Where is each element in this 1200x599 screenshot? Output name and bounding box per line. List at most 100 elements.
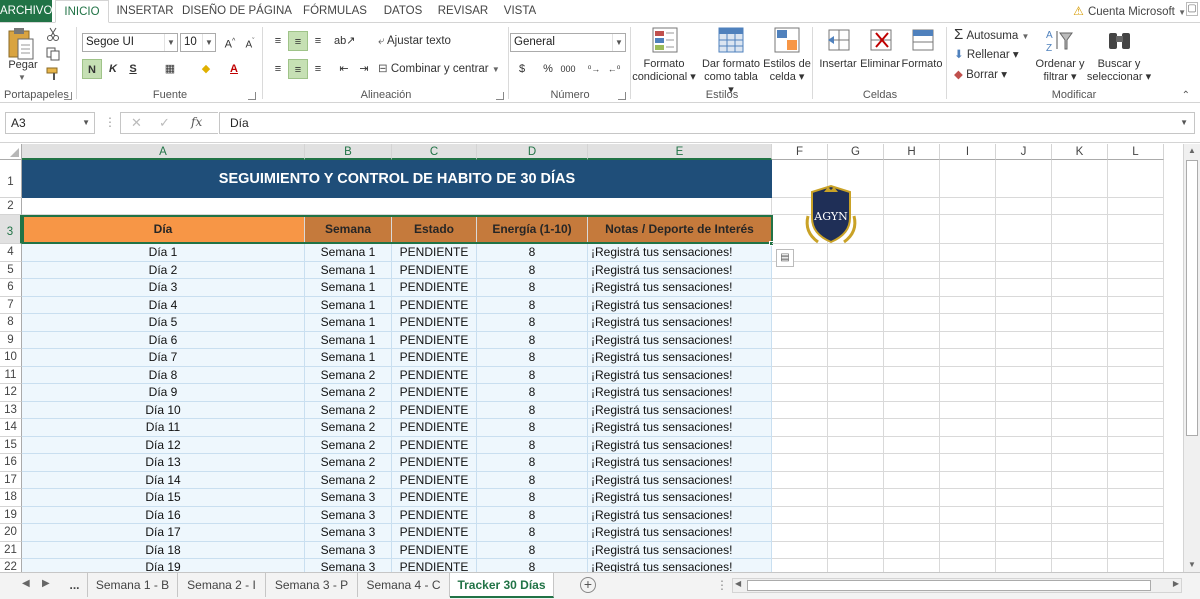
row-header[interactable]: 19: [0, 506, 22, 524]
dialog-launcher-icon[interactable]: [496, 92, 504, 100]
find-select-button[interactable]: Buscar y seleccionar ▾: [1086, 58, 1152, 84]
empty-cell[interactable]: [828, 296, 884, 314]
empty-cell[interactable]: [828, 489, 884, 507]
table-cell[interactable]: Semana 2: [305, 366, 392, 384]
table-cell[interactable]: PENDIENTE: [392, 436, 477, 454]
empty-cell[interactable]: [1108, 489, 1164, 507]
empty-cell[interactable]: [772, 384, 828, 402]
empty-cell[interactable]: [1052, 524, 1108, 542]
table-cell[interactable]: Día 17: [22, 524, 305, 542]
insert-cells-button[interactable]: Insertar: [816, 58, 860, 71]
tab-insertar[interactable]: INSERTAR: [112, 0, 178, 22]
table-cell[interactable]: 8: [477, 541, 588, 559]
table-cell[interactable]: ¡Registrá tus sensaciones!: [588, 261, 772, 279]
table-cell[interactable]: ¡Registrá tus sensaciones!: [588, 436, 772, 454]
empty-cell[interactable]: [884, 296, 940, 314]
empty-cell[interactable]: [1108, 349, 1164, 367]
table-cell[interactable]: Semana 3: [305, 541, 392, 559]
clear-button[interactable]: ◆ Borrar ▾: [954, 65, 1007, 85]
table-cell[interactable]: 8: [477, 524, 588, 542]
sheet-tab-semana-4[interactable]: Semana 4 - C: [358, 573, 450, 597]
row-header[interactable]: 1: [0, 160, 22, 198]
row-header[interactable]: 17: [0, 471, 22, 489]
empty-cell[interactable]: [884, 215, 940, 244]
row-header[interactable]: 3: [0, 215, 22, 244]
decrease-indent-icon[interactable]: ⇤: [334, 59, 354, 79]
table-cell[interactable]: PENDIENTE: [392, 454, 477, 472]
column-title[interactable]: Energía (1-10): [477, 215, 588, 244]
table-cell[interactable]: Día 12: [22, 436, 305, 454]
align-center-icon[interactable]: ≡: [288, 59, 308, 79]
table-cell[interactable]: Día 18: [22, 541, 305, 559]
table-cell[interactable]: 8: [477, 506, 588, 524]
empty-cell[interactable]: [996, 436, 1052, 454]
empty-cell[interactable]: [884, 366, 940, 384]
empty-cell[interactable]: [772, 524, 828, 542]
table-cell[interactable]: PENDIENTE: [392, 506, 477, 524]
table-cell[interactable]: Día 14: [22, 471, 305, 489]
empty-cell[interactable]: [1108, 419, 1164, 437]
tab-vista[interactable]: VISTA: [498, 0, 542, 22]
empty-cell[interactable]: [940, 244, 996, 262]
enter-icon[interactable]: ✓: [159, 115, 170, 131]
empty-cell[interactable]: [884, 401, 940, 419]
empty-cell[interactable]: [884, 506, 940, 524]
empty-cell[interactable]: [996, 471, 1052, 489]
empty-cell[interactable]: [1108, 261, 1164, 279]
empty-cell[interactable]: [772, 419, 828, 437]
font-name-select[interactable]: Segoe UI ▼: [82, 33, 178, 52]
column-header[interactable]: H: [884, 144, 940, 160]
row-header[interactable]: 10: [0, 349, 22, 367]
sheet-tab-semana-3[interactable]: Semana 3 - P: [266, 573, 358, 597]
align-right-icon[interactable]: ≡: [308, 59, 328, 79]
empty-cell[interactable]: [996, 314, 1052, 332]
table-cell[interactable]: Semana 2: [305, 401, 392, 419]
empty-cell[interactable]: [1108, 436, 1164, 454]
sort-filter-icon[interactable]: AZ: [1044, 27, 1074, 53]
empty-cell[interactable]: [940, 261, 996, 279]
dialog-launcher-icon[interactable]: [618, 92, 626, 100]
table-cell[interactable]: PENDIENTE: [392, 366, 477, 384]
empty-cell[interactable]: [828, 279, 884, 297]
row-header[interactable]: 2: [0, 198, 22, 215]
font-color-icon[interactable]: A: [224, 59, 244, 79]
empty-cell[interactable]: [884, 541, 940, 559]
thousands-button[interactable]: 000: [558, 59, 578, 79]
sheet-tab-semana-1[interactable]: Semana 1 - B: [88, 573, 178, 597]
fill-button[interactable]: ⬇ Rellenar ▾: [954, 45, 1019, 65]
tab-diseno-pagina[interactable]: DISEÑO DE PÁGINA: [182, 0, 292, 22]
table-cell[interactable]: 8: [477, 349, 588, 367]
delete-cells-icon[interactable]: [868, 27, 894, 53]
empty-cell[interactable]: [1108, 296, 1164, 314]
empty-cell[interactable]: [996, 541, 1052, 559]
empty-cell[interactable]: [996, 215, 1052, 244]
sheet-tab-more[interactable]: ...: [62, 573, 88, 597]
empty-cell[interactable]: [884, 198, 940, 215]
underline-button[interactable]: S: [123, 59, 143, 79]
empty-cell[interactable]: [996, 489, 1052, 507]
empty-cell[interactable]: [940, 331, 996, 349]
empty-cell[interactable]: [884, 384, 940, 402]
empty-cell[interactable]: [1108, 401, 1164, 419]
table-cell[interactable]: Día 10: [22, 401, 305, 419]
grow-font-button[interactable]: A^: [220, 32, 240, 52]
table-cell[interactable]: PENDIENTE: [392, 331, 477, 349]
binoculars-icon[interactable]: [1106, 27, 1134, 53]
column-title[interactable]: Notas / Deporte de Interés: [588, 215, 772, 244]
empty-cell[interactable]: [772, 314, 828, 332]
scroll-right-icon[interactable]: ▶: [1173, 579, 1179, 588]
table-cell[interactable]: 8: [477, 244, 588, 262]
empty-cell[interactable]: [1052, 454, 1108, 472]
add-sheet-icon[interactable]: +: [580, 577, 596, 593]
table-cell[interactable]: ¡Registrá tus sensaciones!: [588, 559, 772, 572]
empty-cell[interactable]: [996, 524, 1052, 542]
scroll-down-icon[interactable]: ▼: [1184, 558, 1200, 572]
empty-cell[interactable]: [940, 541, 996, 559]
empty-cell[interactable]: [1052, 384, 1108, 402]
empty-cell[interactable]: [940, 198, 996, 215]
table-cell[interactable]: Día 1: [22, 244, 305, 262]
empty-cell[interactable]: [940, 160, 996, 198]
table-cell[interactable]: ¡Registrá tus sensaciones!: [588, 454, 772, 472]
table-cell[interactable]: Semana 2: [305, 436, 392, 454]
borders-icon[interactable]: ▦: [160, 59, 180, 79]
